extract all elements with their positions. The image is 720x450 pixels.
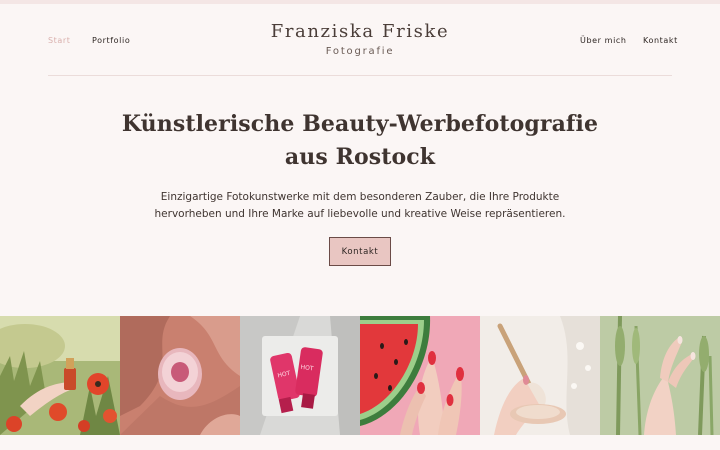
gallery-image-3[interactable]: HOT HOT	[240, 316, 360, 435]
gallery-image-4[interactable]	[360, 316, 480, 435]
hero-title-line1: Künstlerische Beauty-Werbefotografie	[121, 111, 599, 137]
hero-title: Künstlerische Beauty-Werbefotografie aus…	[0, 108, 720, 174]
site-header: Start Portfolio Franziska Friske Fotogra…	[0, 4, 720, 78]
hero-description: Einzigartige Fotokunstwerke mit dem beso…	[0, 189, 720, 223]
hero-text-line2: hervorheben und Ihre Marke auf liebevoll…	[154, 208, 566, 220]
page: Start Portfolio Franziska Friske Fotogra…	[0, 4, 720, 450]
gallery-image-1[interactable]	[0, 316, 120, 435]
gallery-image-5[interactable]	[480, 316, 600, 435]
nav-link-ueber-mich[interactable]: Über mich	[580, 36, 627, 45]
gallery-image-2[interactable]	[120, 316, 240, 435]
gallery-image-6[interactable]	[600, 316, 720, 435]
image-gallery: HOT HOT	[0, 316, 720, 435]
hero-text-line1: Einzigartige Fotokunstwerke mit dem beso…	[160, 191, 560, 203]
brand-subtitle: Fotografie	[325, 46, 395, 57]
header-divider	[48, 75, 672, 76]
hero-title-line2: aus Rostock	[284, 144, 436, 170]
nav-link-kontakt[interactable]: Kontakt	[643, 36, 678, 45]
contact-button[interactable]: Kontakt	[329, 237, 391, 266]
